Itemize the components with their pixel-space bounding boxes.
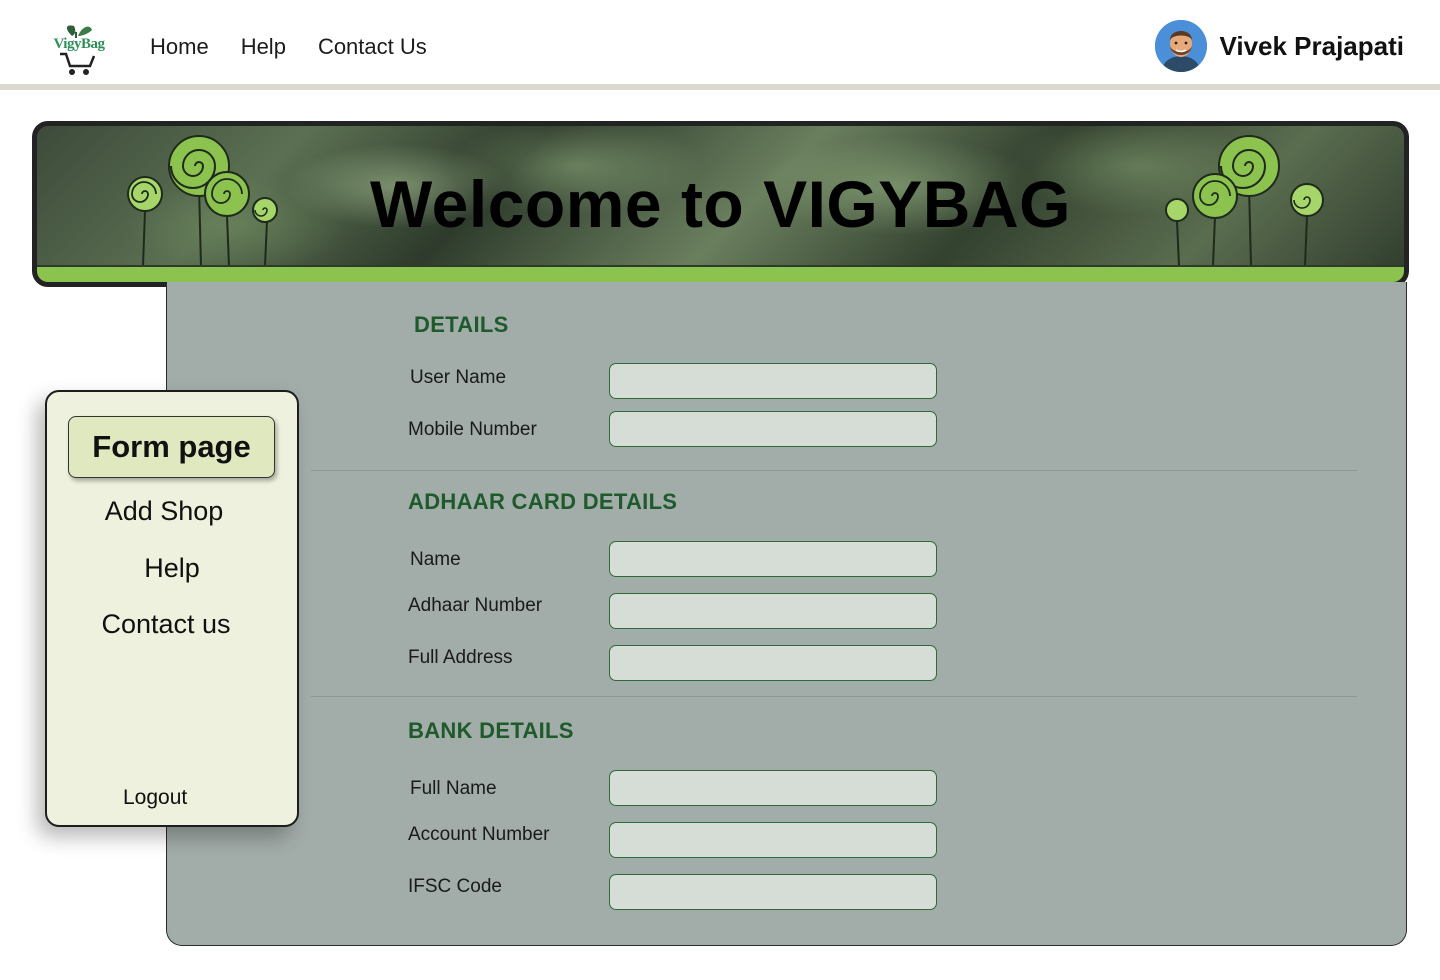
ifsc-code-input[interactable] [609,874,937,910]
full-address-input[interactable] [609,645,937,681]
banner-ground-strip [37,265,1404,282]
top-navbar: VigyBag Home Help Contact Us Vivek Praja… [0,0,1440,90]
section-divider [311,696,1357,697]
user-name-label: User Name [410,367,507,388]
section-title-details: DETAILS [414,312,509,337]
nav-home-link[interactable]: Home [150,34,209,60]
bank-full-name-label: Full Name [410,778,497,799]
user-profile[interactable]: Vivek Prajapati [1155,20,1404,72]
avatar-face-icon [1155,20,1208,72]
adhaar-number-label: Adhaar Number [408,595,543,616]
sidebar-item-add-shop[interactable]: Add Shop [39,496,289,527]
vigybag-logo[interactable]: VigyBag [46,22,112,78]
form-panel: DETAILS User Name Mobile Number ADHAAR C… [166,282,1407,946]
user-name-input[interactable] [609,363,937,399]
welcome-banner: Welcome to VIGYBAG [32,121,1409,287]
adhaar-number-input[interactable] [609,593,937,629]
nav-help-link[interactable]: Help [241,34,286,60]
logout-button[interactable]: Logout [123,786,187,810]
section-divider [311,470,1357,471]
logo-text: VigyBag [53,36,105,52]
section-title-bank: BANK DETAILS [408,718,574,743]
side-menu: Form page Add Shop Help Contact us Logou… [45,390,299,827]
nav-contact-link[interactable]: Contact Us [318,34,427,60]
ifsc-code-label: IFSC Code [408,876,502,897]
sidebar-item-contact-us[interactable]: Contact us [41,609,291,640]
sidebar-item-form-page[interactable]: Form page [68,416,275,478]
adhaar-name-input[interactable] [609,541,937,577]
mobile-number-input[interactable] [609,411,937,447]
account-number-label: Account Number [408,824,550,845]
mobile-number-label: Mobile Number [408,419,537,440]
banner-title: Welcome to VIGYBAG [370,167,1071,241]
account-number-input[interactable] [609,822,937,858]
main-nav: Home Help Contact Us [150,34,427,60]
full-address-label: Full Address [408,647,513,668]
avatar[interactable] [1155,20,1208,72]
sidebar-item-help[interactable]: Help [47,553,297,584]
adhaar-name-label: Name [410,549,461,570]
user-name[interactable]: Vivek Prajapati [1219,31,1404,62]
section-title-adhaar: ADHAAR CARD DETAILS [408,489,678,514]
bank-full-name-input[interactable] [609,770,937,806]
